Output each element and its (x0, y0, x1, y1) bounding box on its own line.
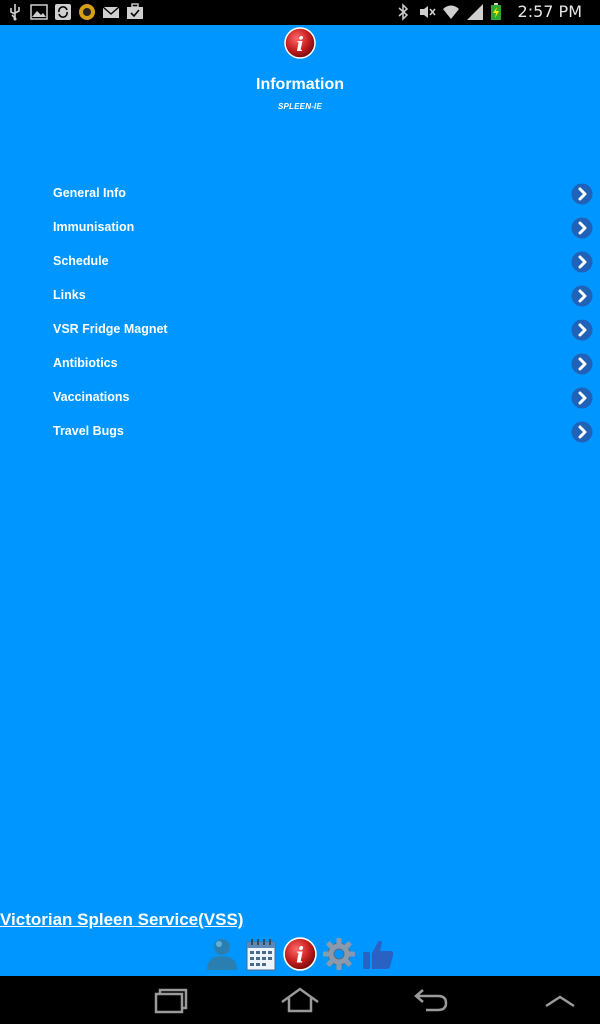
menu-item-vaccinations[interactable]: Vaccinations (0, 380, 600, 414)
menu-item-links[interactable]: Links (0, 278, 600, 312)
menu-item-vsr-fridge-magnet[interactable]: VSR Fridge Magnet (0, 312, 600, 346)
mail-icon (102, 3, 120, 21)
battery-charging-icon (490, 2, 508, 21)
menu-item-label: Antibiotics (53, 356, 118, 370)
wifi-icon (442, 3, 460, 21)
chevron-right-icon[interactable] (571, 251, 593, 273)
vss-link[interactable]: Victorian Spleen Service(VSS) (0, 910, 243, 930)
page-title: Information (256, 76, 344, 93)
home-icon[interactable] (278, 984, 322, 1016)
chevron-right-icon[interactable] (571, 353, 593, 375)
chevron-right-icon[interactable] (571, 387, 593, 409)
chevron-right-icon[interactable] (571, 183, 593, 205)
system-icons: 2:57 PM (394, 2, 582, 21)
briefcase-check-icon (126, 3, 144, 21)
bottom-tab-bar: i (204, 934, 396, 974)
usb-icon (6, 3, 24, 21)
page-subtitle: SPLEEN-IE (277, 102, 323, 111)
calendar-icon[interactable] (243, 936, 279, 972)
menu-item-schedule[interactable]: Schedule (0, 244, 600, 278)
navigation-bar (0, 976, 600, 1024)
sync-icon (54, 3, 72, 21)
recent-apps-icon[interactable] (148, 984, 192, 1016)
chevron-right-icon[interactable] (571, 319, 593, 341)
chevron-right-icon[interactable] (571, 285, 593, 307)
menu-item-label: Travel Bugs (53, 424, 124, 438)
back-icon[interactable] (408, 984, 452, 1016)
clock: 2:57 PM (517, 2, 582, 21)
image-icon (30, 3, 48, 21)
svg-text:i: i (296, 944, 304, 969)
bluetooth-icon (394, 2, 412, 21)
signal-icon (466, 3, 484, 21)
notification-icons (6, 3, 144, 21)
up-icon[interactable] (538, 984, 582, 1016)
settings-icon[interactable] (321, 936, 357, 972)
thumbs-up-icon[interactable] (360, 936, 396, 972)
info-menu: General Info Immunisation Schedule Links… (0, 176, 600, 448)
menu-item-label: Immunisation (53, 220, 135, 234)
menu-item-label: General Info (53, 186, 126, 200)
menu-item-general-info[interactable]: General Info (0, 176, 600, 210)
menu-item-label: Vaccinations (53, 390, 130, 404)
person-icon[interactable] (204, 936, 240, 972)
menu-item-label: Schedule (53, 254, 109, 268)
chevron-right-icon[interactable] (571, 217, 593, 239)
mute-icon (418, 3, 436, 21)
status-bar: 2:57 PM (0, 0, 600, 25)
menu-item-label: VSR Fridge Magnet (53, 322, 168, 336)
menu-item-travel-bugs[interactable]: Travel Bugs (0, 414, 600, 448)
menu-item-immunisation[interactable]: Immunisation (0, 210, 600, 244)
menu-item-antibiotics[interactable]: Antibiotics (0, 346, 600, 380)
svg-text:i: i (296, 32, 304, 56)
app-icon (78, 3, 96, 21)
info-icon[interactable]: i (282, 936, 318, 972)
info-icon: i (284, 27, 316, 59)
chevron-right-icon[interactable] (571, 421, 593, 443)
menu-item-label: Links (53, 288, 86, 302)
